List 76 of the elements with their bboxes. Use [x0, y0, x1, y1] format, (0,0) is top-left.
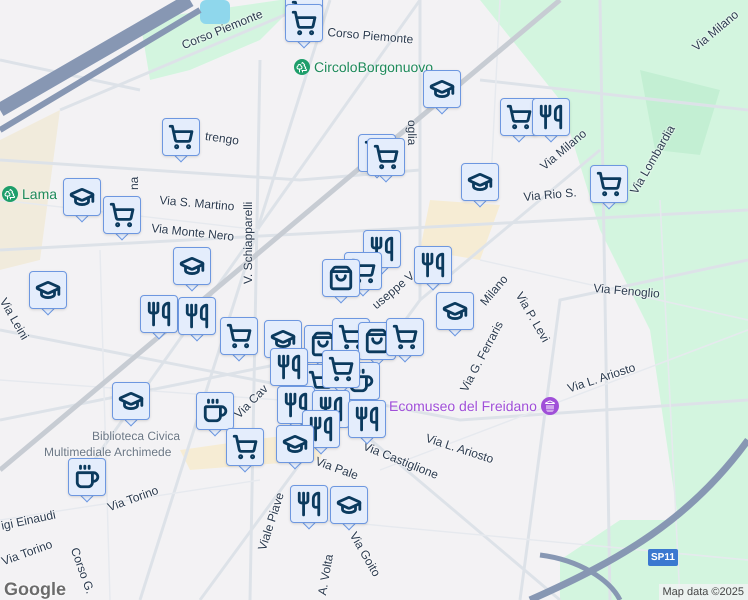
street-label: oglia [406, 120, 418, 146]
tree-pin-icon [294, 59, 310, 75]
street-label: Via Cav [232, 382, 270, 420]
map-marker[interactable] [220, 317, 258, 363]
map-marker[interactable] [196, 392, 234, 438]
map-marker[interactable] [414, 246, 452, 292]
museum-pin-icon [540, 397, 559, 415]
map-marker[interactable] [461, 163, 499, 209]
street-label: Viale Piave [256, 491, 286, 552]
map-marker[interactable] [178, 297, 216, 343]
street-label: trengo [204, 130, 240, 147]
cart-icon [392, 324, 418, 350]
street-label: Via L. Ariosto [424, 432, 496, 466]
fork-knife-icon [308, 416, 334, 442]
map-marker[interactable] [162, 118, 200, 164]
street-label: Via L. Ariosto [566, 361, 637, 394]
bag-icon [328, 265, 354, 291]
map-marker[interactable] [29, 271, 67, 317]
park-label[interactable]: Lama [22, 187, 58, 201]
cart-icon [109, 202, 135, 228]
map-marker[interactable] [63, 178, 101, 224]
museum-label[interactable]: Ecomuseo del Freidano [389, 399, 537, 413]
fork-knife-icon [276, 354, 302, 380]
park-label[interactable]: CircoloBorgonuovo [314, 60, 434, 74]
fork-knife-icon [318, 396, 344, 422]
road-shield: SP11 [648, 549, 678, 566]
map-marker[interactable] [436, 292, 474, 338]
cart-icon [506, 104, 532, 130]
map-marker[interactable] [322, 259, 360, 305]
map-marker[interactable] [276, 425, 314, 471]
street-label: Via Torino [0, 538, 54, 568]
street-label: Via Fenoglio [592, 282, 660, 300]
map-marker[interactable] [140, 295, 178, 341]
fork-knife-icon [296, 491, 322, 517]
map-marker[interactable] [590, 165, 628, 211]
street-label: Via Monte Nero [150, 222, 235, 243]
map-marker[interactable] [103, 196, 141, 242]
cart-icon [328, 356, 354, 382]
street-label: Corso Piemonte [326, 26, 414, 46]
street-label: Via S. Martino [158, 194, 235, 212]
fork-knife-icon [420, 252, 446, 278]
place-label: Multimediale Archimede [44, 446, 172, 458]
map-marker[interactable] [173, 247, 211, 293]
street-label: igi Einaudi [0, 508, 57, 532]
fork-knife-icon [538, 104, 564, 130]
cart-icon [168, 124, 194, 150]
map-marker[interactable] [290, 485, 328, 531]
street-label: Via Torino [106, 484, 160, 514]
map-marker[interactable] [367, 138, 405, 184]
map-marker[interactable] [226, 428, 264, 474]
cart-icon [596, 171, 622, 197]
map-marker[interactable] [386, 318, 424, 364]
map-marker[interactable] [112, 382, 150, 428]
cart-icon [226, 323, 252, 349]
street-label: Via Rio S. [523, 186, 577, 203]
map-marker[interactable] [68, 458, 106, 504]
street-label: na [128, 176, 140, 190]
cart-icon [373, 144, 399, 170]
street-label: V. Schiapparelli [242, 202, 254, 284]
google-logo: Google [4, 580, 66, 598]
fork-knife-icon [369, 236, 395, 262]
fork-knife-icon [146, 301, 172, 327]
street-label: Via Pale [314, 455, 360, 482]
cart-icon [291, 10, 317, 36]
cart-icon [232, 434, 258, 460]
place-label: Biblioteca Civica [92, 430, 180, 442]
fork-knife-icon [184, 303, 210, 329]
cup-icon [202, 398, 228, 424]
fork-knife-icon [354, 406, 380, 432]
street-label: Corso G. [68, 546, 96, 596]
street-label: A. Volta [316, 553, 335, 596]
cup-icon [74, 464, 100, 490]
fork-knife-icon [283, 392, 309, 418]
map-attribution: Map data ©2025 [658, 584, 748, 600]
map-marker[interactable] [285, 4, 323, 50]
map-marker[interactable] [330, 486, 368, 532]
